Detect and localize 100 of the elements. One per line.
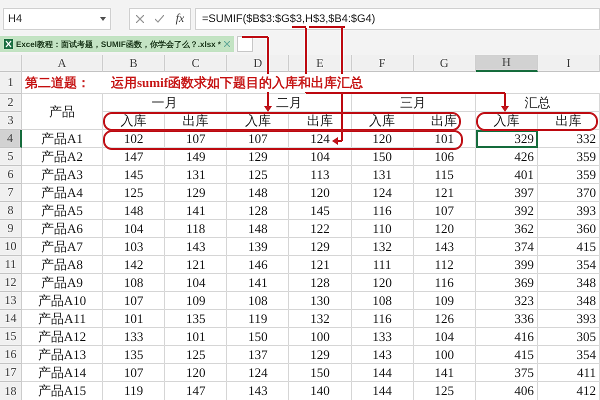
table-cell: 348 bbox=[538, 274, 600, 292]
row-header[interactable]: 2 bbox=[0, 94, 22, 112]
column-header[interactable]: B bbox=[103, 55, 166, 72]
row-header[interactable]: 12 bbox=[0, 274, 22, 292]
table-cell: 107 bbox=[227, 130, 290, 148]
row-header[interactable]: 11 bbox=[0, 256, 22, 274]
table-cell: 116 bbox=[352, 310, 414, 328]
column-header[interactable]: A bbox=[22, 55, 103, 72]
table-cell: 108 bbox=[227, 292, 290, 310]
table-cell: 产品A4 bbox=[22, 184, 103, 202]
formula-field[interactable]: =SUMIF($B$3:$G$3,H$3,$B4:$G4) bbox=[195, 8, 600, 30]
table-cell: 348 bbox=[538, 292, 600, 310]
table-cell: 354 bbox=[538, 346, 600, 364]
row-header[interactable]: 9 bbox=[0, 220, 22, 238]
column-header[interactable]: H bbox=[476, 55, 538, 72]
table-cell: 出库 bbox=[414, 112, 476, 130]
row-header[interactable]: 7 bbox=[0, 184, 22, 202]
table-cell: 125 bbox=[414, 382, 476, 400]
table-cell: 426 bbox=[476, 148, 538, 166]
table-cell: 145 bbox=[289, 202, 352, 220]
table-cell: 145 bbox=[103, 166, 166, 184]
table-cell: 产品A12 bbox=[22, 328, 103, 346]
table-cell: 101 bbox=[103, 310, 166, 328]
column-header[interactable]: C bbox=[165, 55, 228, 72]
table-cell: 125 bbox=[227, 166, 290, 184]
table-cell: 入库 bbox=[352, 112, 414, 130]
column-header[interactable]: G bbox=[414, 55, 476, 72]
table-cell: 产品A10 bbox=[22, 292, 103, 310]
table-cell: 393 bbox=[538, 310, 600, 328]
table-cell: 三月 bbox=[352, 94, 476, 112]
table-cell: 107 bbox=[165, 130, 228, 148]
row-header[interactable]: 8 bbox=[0, 202, 22, 220]
table-cell: 147 bbox=[165, 382, 228, 400]
table-cell: 104 bbox=[165, 274, 228, 292]
table-cell: 126 bbox=[414, 310, 476, 328]
cell-reference: H4 bbox=[8, 12, 22, 24]
table-cell: 150 bbox=[352, 148, 414, 166]
table-cell: 104 bbox=[414, 328, 476, 346]
table-cell: 113 bbox=[289, 166, 352, 184]
table-cell: 102 bbox=[103, 130, 166, 148]
workbook-tab[interactable]: Excel教程：面试考题，SUMIF函数，你学会了么？.xlsx * bbox=[0, 36, 234, 52]
column-header[interactable]: I bbox=[538, 55, 600, 72]
table-cell: 140 bbox=[289, 382, 352, 400]
row-header[interactable]: 6 bbox=[0, 166, 22, 184]
row-header[interactable]: 15 bbox=[0, 328, 22, 346]
table-cell: 131 bbox=[352, 166, 414, 184]
arrow bbox=[332, 137, 342, 145]
table-cell: 133 bbox=[352, 328, 414, 346]
table-cell: 108 bbox=[103, 274, 166, 292]
column-header[interactable]: E bbox=[289, 55, 352, 72]
cancel-icon[interactable] bbox=[136, 14, 144, 22]
table-cell: 148 bbox=[227, 220, 290, 238]
table-cell: 397 bbox=[476, 184, 538, 202]
row-header[interactable]: 10 bbox=[0, 238, 22, 256]
table-cell: 129 bbox=[165, 184, 228, 202]
table-cell: 产品A14 bbox=[22, 364, 103, 382]
row-header[interactable]: 3 bbox=[0, 112, 22, 130]
table-cell: 出库 bbox=[165, 112, 228, 130]
column-header[interactable]: F bbox=[352, 55, 414, 72]
checkmark-icon[interactable] bbox=[155, 14, 164, 22]
table-cell: 125 bbox=[165, 346, 228, 364]
table-cell: 124 bbox=[352, 184, 414, 202]
insert-function-button[interactable]: fx bbox=[176, 11, 184, 26]
table-cell: 135 bbox=[165, 310, 228, 328]
table-cell: 415 bbox=[476, 346, 538, 364]
name-box[interactable]: H4 bbox=[3, 8, 111, 30]
table-cell: 产品A6 bbox=[22, 220, 103, 238]
table-cell: 120 bbox=[414, 220, 476, 238]
column-header[interactable]: D bbox=[227, 55, 290, 72]
table-cell: 107 bbox=[103, 292, 166, 310]
leader-line bbox=[242, 36, 268, 38]
row-header[interactable]: 4 bbox=[0, 130, 22, 148]
table-cell: 121 bbox=[289, 256, 352, 274]
row-header[interactable]: 5 bbox=[0, 148, 22, 166]
table-cell: 359 bbox=[538, 166, 600, 184]
row-header[interactable]: 14 bbox=[0, 310, 22, 328]
active-cell[interactable]: 329 bbox=[476, 130, 538, 148]
table-cell: 125 bbox=[103, 184, 166, 202]
row-header[interactable]: 18 bbox=[0, 382, 22, 400]
table-cell: 147 bbox=[103, 148, 166, 166]
row-header[interactable]: 17 bbox=[0, 364, 22, 382]
table-cell: 143 bbox=[352, 346, 414, 364]
close-icon[interactable] bbox=[224, 41, 230, 47]
row-header[interactable]: 16 bbox=[0, 346, 22, 364]
row-header[interactable]: 1 bbox=[0, 72, 22, 94]
table-cell: 129 bbox=[289, 238, 352, 256]
table-cell: 369 bbox=[476, 274, 538, 292]
table-cell: 107 bbox=[414, 202, 476, 220]
new-window-icon[interactable] bbox=[236, 36, 253, 52]
arrow bbox=[501, 93, 509, 112]
table-cell: 100 bbox=[289, 328, 352, 346]
table-cell: 124 bbox=[227, 364, 290, 382]
table-cell: 107 bbox=[103, 364, 166, 382]
row-header[interactable]: 13 bbox=[0, 292, 22, 310]
table-cell: 137 bbox=[227, 346, 290, 364]
table-cell: 401 bbox=[476, 166, 538, 184]
table-cell: 128 bbox=[227, 202, 290, 220]
table-cell: 149 bbox=[165, 148, 228, 166]
table-cell: 产品A8 bbox=[22, 256, 103, 274]
table-cell: 144 bbox=[352, 364, 414, 382]
